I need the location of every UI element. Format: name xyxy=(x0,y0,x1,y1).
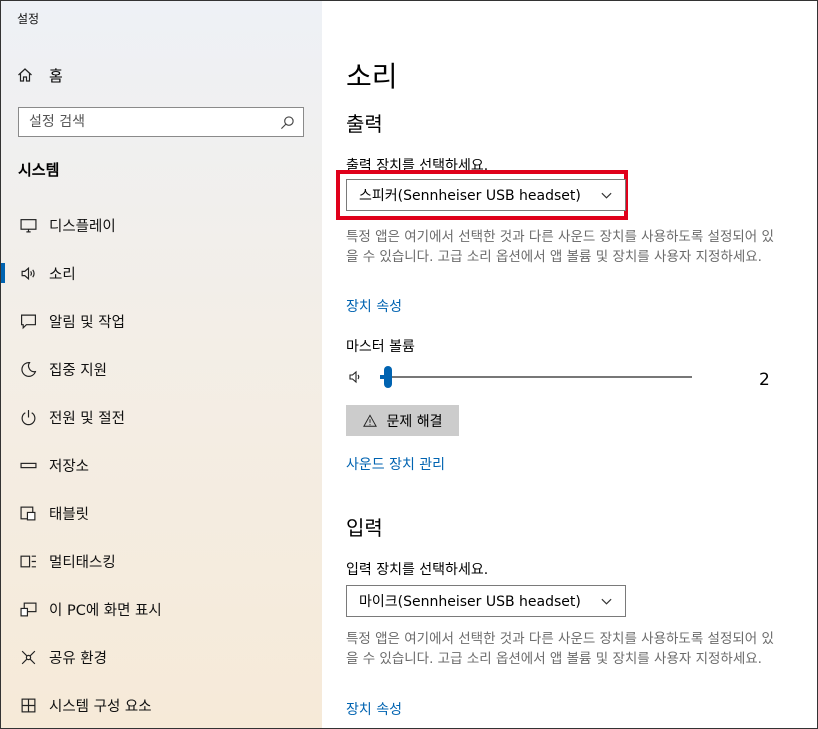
sidebar-item-label: 소리 xyxy=(49,266,76,283)
sidebar-item-multitasking[interactable]: 멀티태스킹 xyxy=(1,537,322,585)
project-icon xyxy=(19,600,37,618)
sidebar-item-storage[interactable]: 저장소 xyxy=(1,441,322,489)
input-device-value: 마이크(Sennheiser USB headset) xyxy=(359,594,581,610)
sidebar-home-label: 홈 xyxy=(49,66,63,85)
app-title: 설정 xyxy=(17,12,40,26)
manage-sound-devices-link[interactable]: 사운드 장치 관리 xyxy=(346,454,445,474)
main-content: 소리 출력 출력 장치를 선택하세요. 스피커(Sennheiser USB h… xyxy=(322,1,817,728)
troubleshoot-button[interactable]: 문제 해결 xyxy=(346,405,459,436)
output-description: 특정 앱은 여기에서 선택한 것과 다른 사운드 장치를 사용하도록 설정되어 … xyxy=(346,229,774,265)
sidebar-item-label: 알림 및 작업 xyxy=(49,314,125,331)
output-device-value: 스피커(Sennheiser USB headset) xyxy=(359,188,581,204)
sidebar-item-tablet[interactable]: 태블릿 xyxy=(1,489,322,537)
volume-slider-track[interactable] xyxy=(380,376,692,378)
volume-icon[interactable] xyxy=(348,369,364,385)
sidebar-item-project[interactable]: 이 PC에 화면 표시 xyxy=(1,585,322,633)
sidebar: 설정 홈 시스템 디스플레이 xyxy=(1,1,322,728)
input-properties-link[interactable]: 장치 속성 xyxy=(346,699,402,719)
volume-slider-thumb[interactable] xyxy=(384,366,392,388)
sidebar-item-sound[interactable]: 소리 xyxy=(1,249,322,297)
moon-icon xyxy=(19,360,37,378)
sidebar-item-label: 시스템 구성 요소 xyxy=(49,698,152,715)
power-icon xyxy=(19,408,37,426)
search-box[interactable] xyxy=(18,107,304,137)
sidebar-item-shared-experiences[interactable]: 공유 환경 xyxy=(1,633,322,681)
chevron-down-icon xyxy=(601,192,612,199)
search-icon[interactable] xyxy=(280,115,295,130)
share-icon xyxy=(19,648,37,666)
multitasking-icon xyxy=(19,552,37,570)
input-heading: 입력 xyxy=(346,516,383,540)
sidebar-item-label: 태블릿 xyxy=(49,506,90,523)
master-volume-label: 마스터 볼륨 xyxy=(346,339,415,355)
home-icon xyxy=(18,68,32,82)
settings-window: 설정 홈 시스템 디스플레이 xyxy=(0,0,818,729)
master-volume-row: 2 xyxy=(346,366,806,390)
sidebar-item-label: 집중 지원 xyxy=(49,362,107,379)
warning-icon xyxy=(362,413,377,427)
sidebar-item-label: 이 PC에 화면 표시 xyxy=(49,602,162,619)
sidebar-item-label: 공유 환경 xyxy=(49,650,107,667)
sidebar-item-notifications[interactable]: 알림 및 작업 xyxy=(1,297,322,345)
page-title: 소리 xyxy=(346,60,398,93)
troubleshoot-label: 문제 해결 xyxy=(386,413,443,430)
sidebar-item-label: 전원 및 절전 xyxy=(49,410,125,427)
speaker-icon xyxy=(19,264,37,282)
output-properties-link[interactable]: 장치 속성 xyxy=(346,296,402,316)
sidebar-item-focus-assist[interactable]: 집중 지원 xyxy=(1,345,322,393)
search-input[interactable] xyxy=(29,114,269,130)
sidebar-nav: 디스플레이 소리 알림 및 작업 집중 지원 전원 및 절전 저장소 태블릿 멀… xyxy=(1,201,322,728)
sidebar-item-label: 멀티태스킹 xyxy=(49,554,116,571)
monitor-icon xyxy=(19,216,37,234)
components-icon xyxy=(19,696,37,714)
input-device-label: 입력 장치를 선택하세요. xyxy=(346,562,489,578)
input-description: 특정 앱은 여기에서 선택한 것과 다른 사운드 장치를 사용하도록 설정되어 … xyxy=(346,631,774,667)
volume-value: 2 xyxy=(759,370,770,390)
sidebar-item-power[interactable]: 전원 및 절전 xyxy=(1,393,322,441)
input-device-dropdown[interactable]: 마이크(Sennheiser USB headset) xyxy=(346,585,626,617)
chevron-down-icon xyxy=(601,598,612,605)
sidebar-item-label: 디스플레이 xyxy=(49,218,116,235)
sidebar-section-title: 시스템 xyxy=(18,161,60,179)
storage-icon xyxy=(19,456,37,474)
output-heading: 출력 xyxy=(346,112,383,136)
sidebar-item-label: 저장소 xyxy=(49,458,90,475)
sidebar-item-system-components[interactable]: 시스템 구성 요소 xyxy=(1,681,322,728)
notification-icon xyxy=(19,312,37,330)
output-device-dropdown[interactable]: 스피커(Sennheiser USB headset) xyxy=(346,179,626,211)
output-device-highlight: 스피커(Sennheiser USB headset) xyxy=(336,170,628,220)
tablet-icon xyxy=(19,504,37,522)
sidebar-home[interactable]: 홈 xyxy=(17,64,63,86)
sidebar-item-display[interactable]: 디스플레이 xyxy=(1,201,322,249)
